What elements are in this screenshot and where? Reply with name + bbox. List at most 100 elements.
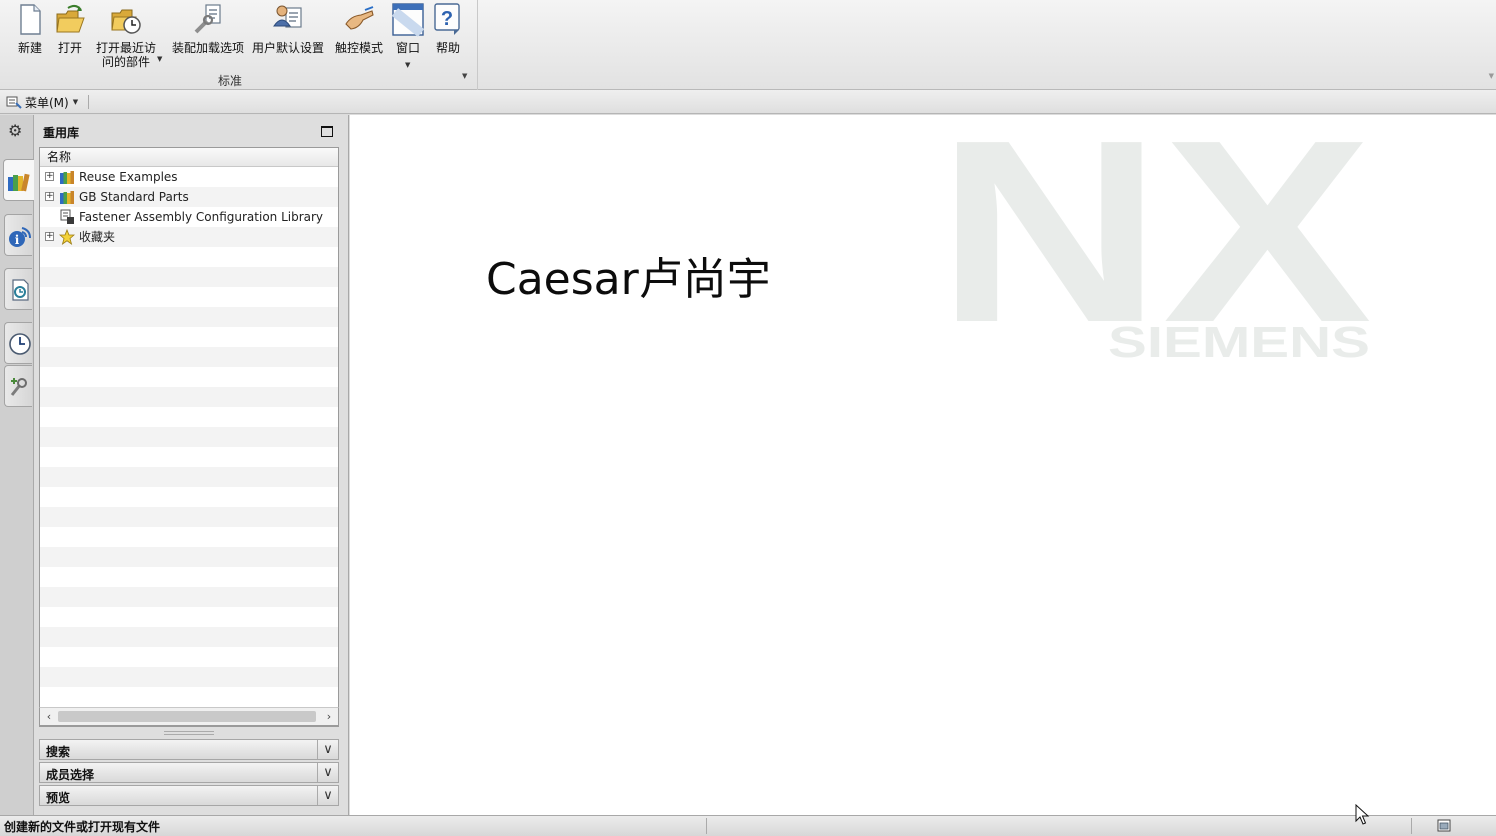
recent-parts-icon [111, 9, 141, 34]
open-button[interactable]: 打开 [52, 2, 88, 55]
mouse-cursor-icon [1355, 804, 1370, 825]
resource-tab-history[interactable] [4, 322, 32, 364]
status-divider [1411, 818, 1412, 834]
panel-splitter[interactable] [164, 731, 214, 735]
tree-empty-row [40, 327, 338, 347]
tree-empty-row [40, 507, 338, 527]
tree-empty-row [40, 567, 338, 587]
user-defaults-icon [273, 5, 302, 28]
fastener-library-icon [60, 209, 74, 224]
tree-empty-row [40, 347, 338, 367]
touch-mode-icon [345, 6, 374, 30]
menu-icon [6, 96, 22, 109]
chevron-down-icon: ▼ [157, 55, 163, 63]
scroll-left-icon[interactable]: ‹ [42, 709, 56, 724]
assembly-load-options-button[interactable]: 装配加载选项 [172, 2, 244, 55]
window-button[interactable]: 窗口 ▼ [392, 2, 424, 69]
chevron-down-icon: ▼ [72, 98, 79, 106]
scroll-right-icon[interactable]: › [322, 709, 336, 724]
status-message: 创建新的文件或打开现有文件 [4, 820, 161, 834]
logo-siemens: SIEMENS [1108, 318, 1370, 367]
tree-empty-row [40, 447, 338, 467]
tree-empty-row [40, 487, 338, 507]
clock-history-icon [9, 333, 31, 355]
favorites-star-icon [59, 229, 75, 245]
tree-empty-row [40, 687, 338, 707]
tree-empty-row [40, 527, 338, 547]
expand-icon[interactable]: + [45, 232, 54, 241]
tree-empty-row [40, 607, 338, 627]
status-divider [706, 818, 707, 834]
tree-item-favorites[interactable]: + 收藏夹 [40, 227, 338, 247]
book-stack-icon [60, 191, 74, 204]
tree-empty-row [40, 367, 338, 387]
resource-bar: ⚙ i [0, 115, 34, 815]
assembly-load-options-icon [194, 4, 221, 34]
status-bar: 创建新的文件或打开现有文件 [0, 815, 1496, 836]
tree-item-fastener-library[interactable]: Fastener Assembly Configuration Library [40, 207, 338, 227]
horizontal-scrollbar[interactable]: ‹ › [39, 707, 339, 726]
tree-empty-row [40, 667, 338, 687]
new-button[interactable]: 新建 [12, 2, 48, 55]
tree-empty-row [40, 407, 338, 427]
full-screen-icon[interactable] [1437, 819, 1451, 832]
tree-empty-row [40, 427, 338, 447]
maximize-icon[interactable] [321, 126, 333, 137]
open-recent-parts-button[interactable]: 打开最近访 问的部件 ▼ [94, 2, 162, 69]
panel-title: 重用库 [43, 126, 80, 140]
graphics-window[interactable]: Caesar卢尚宇 NX SIEMENS [350, 115, 1496, 815]
svg-text:i: i [15, 233, 20, 247]
chevron-down-icon[interactable]: ∨ [317, 740, 338, 759]
section-search[interactable]: 搜索 ∨ [39, 739, 339, 760]
reuse-library-icon [8, 173, 30, 192]
gear-icon[interactable]: ⚙ [8, 121, 22, 140]
chevron-down-icon[interactable]: ∨ [317, 786, 338, 805]
book-stack-icon [60, 171, 74, 184]
info-feed-icon: i [9, 227, 31, 247]
menu-button[interactable]: 菜单(M) ▼ [6, 93, 78, 111]
resource-tab-info[interactable]: i [4, 214, 32, 256]
ribbon-overflow-icon[interactable]: ▼ [1489, 72, 1494, 80]
menu-bar: 菜单(M) ▼ [0, 90, 1496, 114]
history-document-icon [12, 279, 29, 301]
chevron-down-icon: ▼ [405, 61, 411, 69]
process-studio-icon [10, 378, 27, 396]
resource-tab-process-studio[interactable] [4, 365, 32, 407]
tree-empty-row [40, 627, 338, 647]
svg-text:?: ? [441, 8, 453, 30]
new-file-icon [20, 4, 41, 35]
tree-item-reuse-examples[interactable]: + Reuse Examples [40, 167, 338, 187]
help-button[interactable]: ? 帮助 [432, 2, 464, 55]
column-header-name[interactable]: 名称 [40, 148, 338, 167]
ribbon: 新建 打开 打开最近访 问的部件 ▼ 装配加载选项 用户默认设置 触控模式 窗口… [0, 0, 1496, 90]
tree-empty-row [40, 387, 338, 407]
menu-separator [88, 95, 89, 109]
chevron-down-icon[interactable]: ∨ [317, 763, 338, 782]
tree-empty-row [40, 267, 338, 287]
tree-rows: + Reuse Examples + GB Standard Parts Fas… [40, 167, 338, 726]
user-defaults-button[interactable]: 用户默认设置 [252, 2, 324, 55]
tree-empty-row [40, 547, 338, 567]
overlay-caption: Caesar卢尚宇 [486, 254, 771, 305]
nx-siemens-logo: NX SIEMENS [944, 127, 1374, 367]
touch-mode-button[interactable]: 触控模式 [334, 2, 384, 55]
resource-tab-history-document[interactable] [4, 268, 32, 310]
reuse-library-panel: 重用库 名称 + Reuse Examples + GB Standard Pa… [34, 115, 349, 815]
section-preview[interactable]: 预览 ∨ [39, 785, 339, 806]
ribbon-group-standard: 新建 打开 打开最近访 问的部件 ▼ 装配加载选项 用户默认设置 触控模式 窗口… [0, 0, 478, 90]
tree-empty-row [40, 467, 338, 487]
tree-empty-row [40, 647, 338, 667]
resource-tab-reuse-library[interactable] [3, 159, 34, 201]
tree-item-gb-standard-parts[interactable]: + GB Standard Parts [40, 187, 338, 207]
tree-empty-row [40, 307, 338, 327]
section-member-select[interactable]: 成员选择 ∨ [39, 762, 339, 783]
tree-empty-row [40, 287, 338, 307]
open-folder-icon [56, 4, 85, 33]
help-icon: ? [434, 3, 460, 35]
scrollbar-thumb[interactable] [58, 711, 316, 722]
ribbon-group-label: 标准 [218, 74, 243, 88]
window-icon [392, 3, 424, 37]
expand-icon[interactable]: + [45, 172, 54, 181]
group-expand-icon[interactable]: ▼ [462, 72, 467, 80]
expand-icon[interactable]: + [45, 192, 54, 201]
